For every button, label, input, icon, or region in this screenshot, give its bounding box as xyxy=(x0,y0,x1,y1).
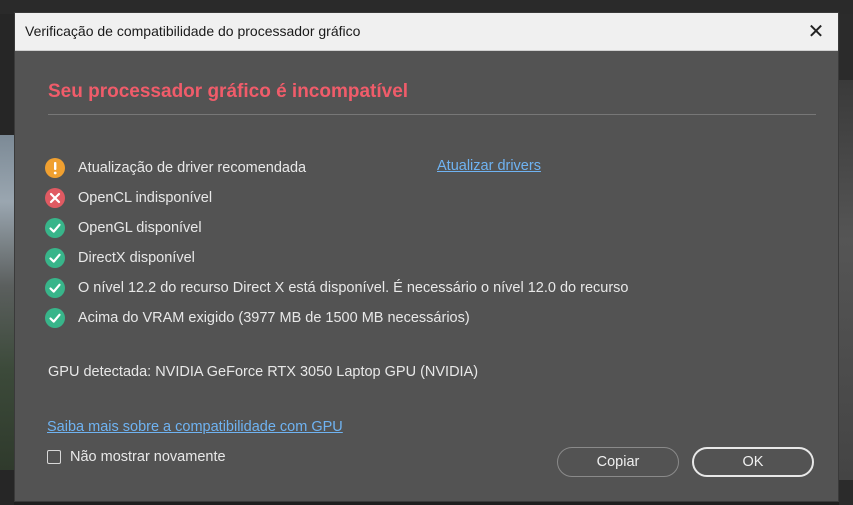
gpu-detected-text: GPU detectada: NVIDIA GeForce RTX 3050 L… xyxy=(48,364,479,380)
list-item-vram: Acima do VRAM exigido (3977 MB de 1500 M… xyxy=(45,303,628,333)
gpu-compatibility-dialog: Verificação de compatibilidade do proces… xyxy=(14,12,839,502)
item-label: Acima do VRAM exigido (3977 MB de 1500 M… xyxy=(78,310,470,326)
dialog-title: Verificação de compatibilidade do proces… xyxy=(25,23,361,39)
dont-show-again-checkbox[interactable] xyxy=(47,450,61,464)
check-icon xyxy=(45,248,65,268)
background-photo-left xyxy=(0,135,14,470)
ok-button[interactable]: OK xyxy=(692,447,814,477)
close-icon: ✕ xyxy=(807,20,825,43)
check-icon xyxy=(45,278,65,298)
warning-icon xyxy=(45,158,65,178)
check-icon xyxy=(45,218,65,238)
copy-button[interactable]: Copiar xyxy=(557,447,679,477)
background-photo-right xyxy=(839,80,853,480)
dialog-titlebar: Verificação de compatibilidade do proces… xyxy=(15,13,838,51)
item-label: Atualização de driver recomendada xyxy=(78,160,307,176)
close-button[interactable]: ✕ xyxy=(796,13,836,49)
item-label: OpenCL indisponível xyxy=(78,190,213,206)
check-icon xyxy=(45,308,65,328)
check-list: Atualização de driver recomendada OpenCL… xyxy=(45,153,628,333)
item-label: OpenGL disponível xyxy=(78,220,202,236)
update-drivers-link[interactable]: Atualizar drivers xyxy=(437,158,541,174)
list-item-opengl: OpenGL disponível xyxy=(45,213,628,243)
item-label: O nível 12.2 do recurso Direct X está di… xyxy=(78,280,629,296)
dont-show-again-row[interactable]: Não mostrar novamente xyxy=(47,449,226,465)
incompatible-heading: Seu processador gráfico é incompatível xyxy=(48,81,409,102)
list-item-directx-level: O nível 12.2 do recurso Direct X está di… xyxy=(45,273,628,303)
list-item-directx: DirectX disponível xyxy=(45,243,628,273)
list-item-driver-update: Atualização de driver recomendada xyxy=(45,153,628,183)
learn-more-link[interactable]: Saiba mais sobre a compatibilidade com G… xyxy=(47,419,343,435)
list-item-opencl: OpenCL indisponível xyxy=(45,183,628,213)
error-icon xyxy=(45,188,65,208)
dont-show-again-label[interactable]: Não mostrar novamente xyxy=(70,449,226,465)
heading-divider xyxy=(48,114,816,115)
item-label: DirectX disponível xyxy=(78,250,195,266)
